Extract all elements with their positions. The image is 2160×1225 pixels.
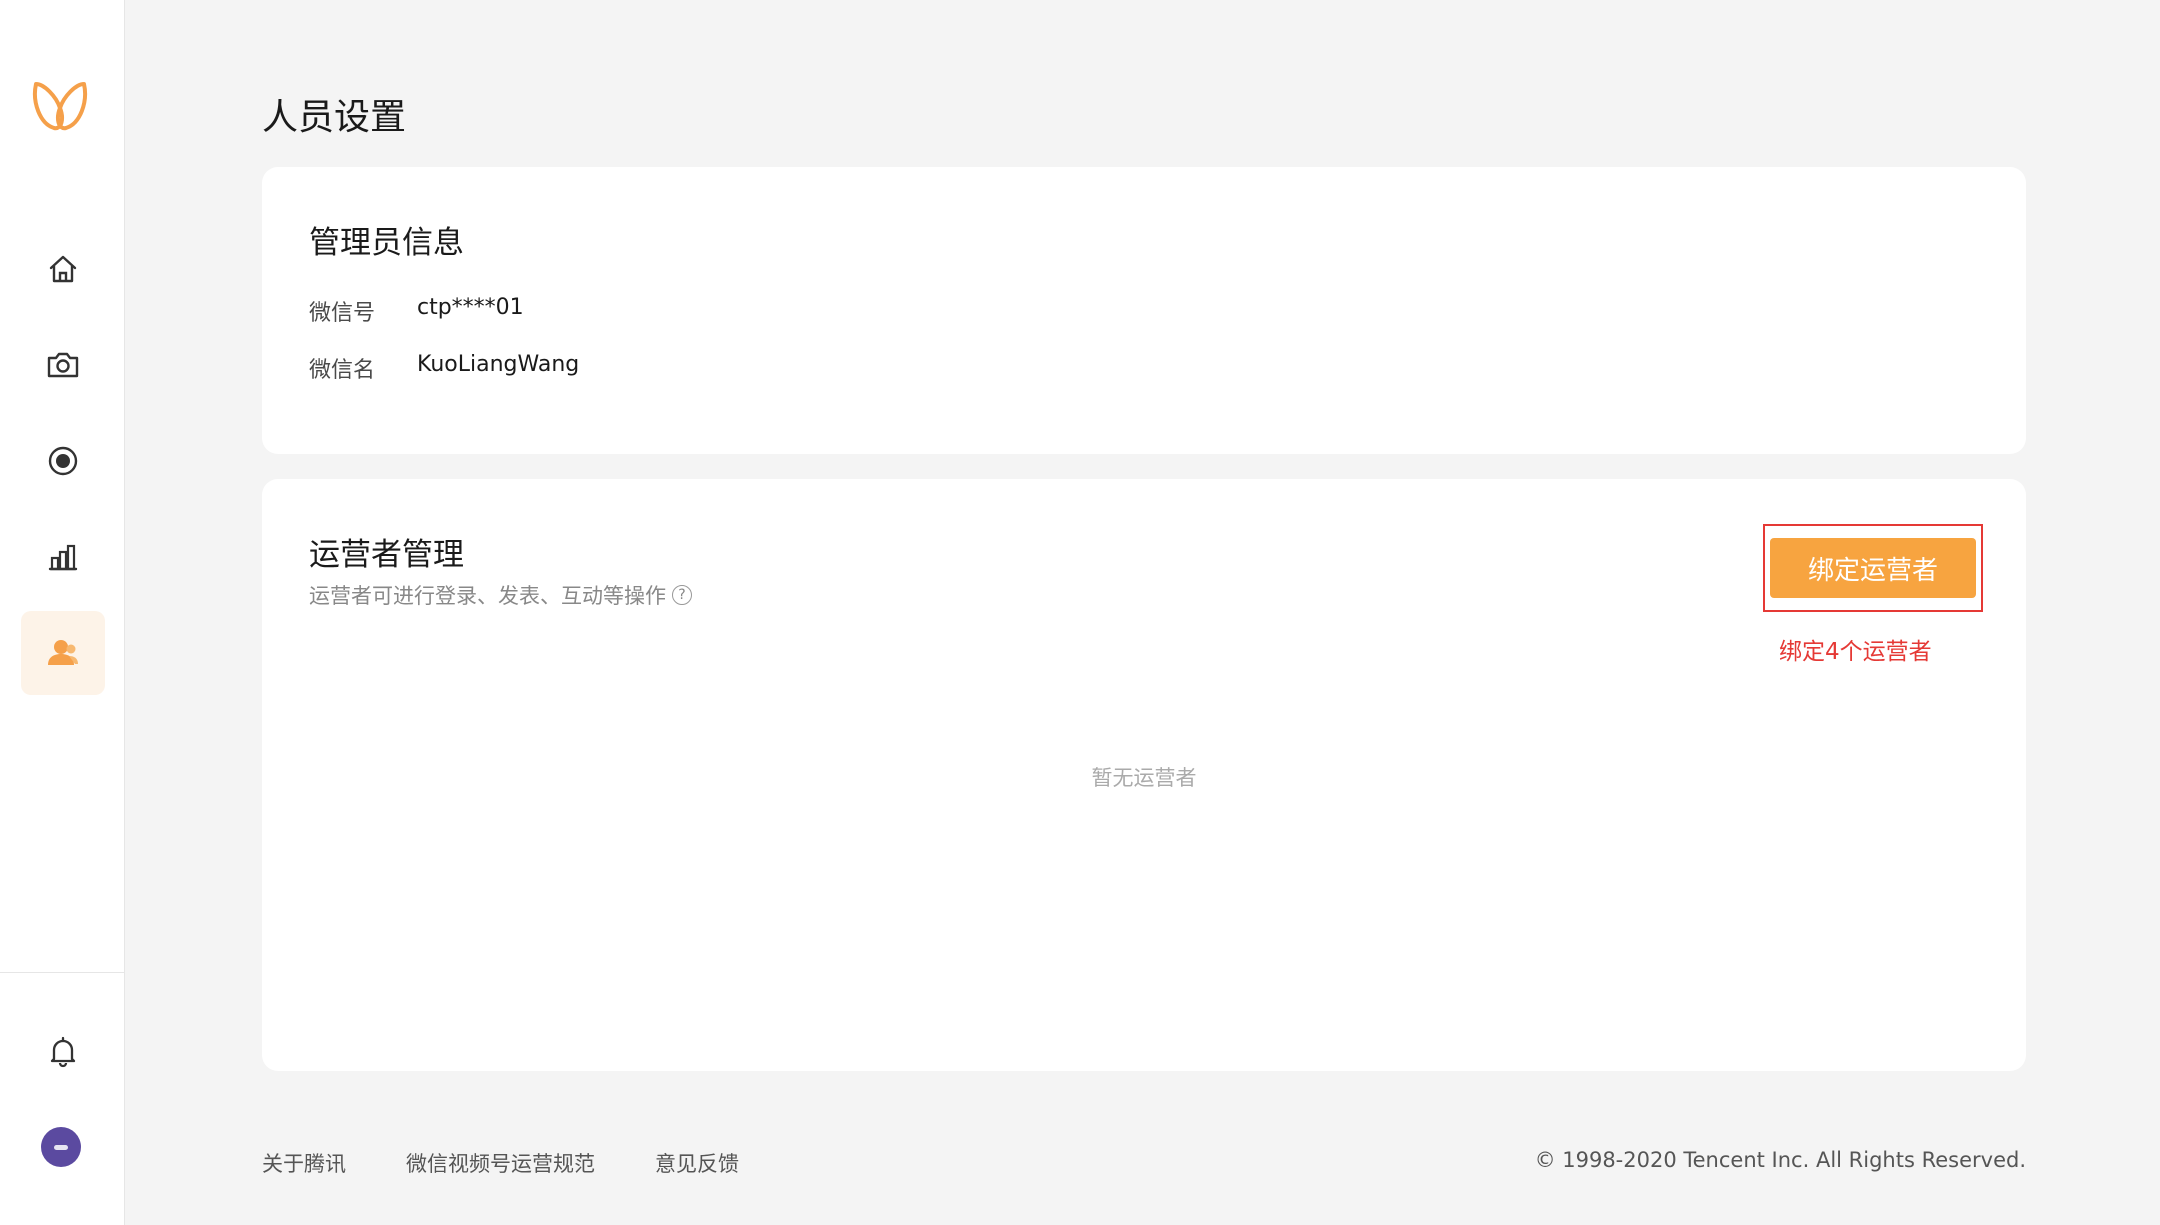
bell-icon	[50, 1036, 76, 1068]
empty-operators-text: 暂无运营者	[1091, 766, 1197, 790]
sidebar-item-data[interactable]	[21, 515, 105, 599]
live-record-icon	[48, 446, 78, 476]
wechat-id-value: ctp****01	[417, 295, 524, 320]
sidebar-divider	[0, 972, 125, 973]
bind-operator-note: 绑定4个运营者	[1779, 639, 1932, 665]
footer-link-rules[interactable]: 微信视频号运营规范	[406, 1148, 595, 1178]
wechat-name-label: 微信名	[309, 358, 376, 383]
operator-management-card: 运营者管理 运营者可进行登录、发表、互动等操作 ? 绑定运营者 绑定4个运营者 …	[262, 479, 2026, 1071]
operator-subtitle-text: 运营者可进行登录、发表、互动等操作	[309, 584, 666, 608]
question-circle-icon[interactable]: ?	[672, 585, 692, 605]
wechat-id-label: 微信号	[309, 301, 376, 326]
footer: 关于腾讯 微信视频号运营规范 意见反馈 © 1998-2020 Tencent …	[262, 1148, 2026, 1178]
sidebar-item-home[interactable]	[21, 227, 105, 311]
sidebar-item-live[interactable]	[21, 419, 105, 503]
page-title: 人员设置	[262, 97, 407, 138]
sidebar-item-people[interactable]	[21, 611, 105, 695]
admin-info-title: 管理员信息	[309, 225, 464, 261]
wings-logo-icon[interactable]	[30, 78, 90, 134]
bind-operator-button[interactable]: 绑定运营者	[1770, 538, 1976, 598]
wechat-name-value: KuoLiangWang	[417, 352, 580, 377]
sidebar-item-camera[interactable]	[21, 323, 105, 407]
wechat-name-row: 微信名 KuoLiangWang	[309, 352, 579, 384]
admin-info-card: 管理员信息 微信号 ctp****01 微信名 KuoLiangWang	[262, 167, 2026, 454]
home-icon	[49, 255, 77, 283]
wechat-id-row: 微信号 ctp****01	[309, 295, 524, 327]
bind-operator-highlight: 绑定运营者	[1763, 524, 1983, 612]
operator-management-title: 运营者管理	[309, 537, 464, 573]
bar-chart-icon	[48, 544, 78, 571]
user-icon	[48, 640, 78, 665]
footer-link-feedback[interactable]: 意见反馈	[655, 1148, 739, 1178]
avatar[interactable]	[41, 1127, 81, 1167]
footer-link-about[interactable]: 关于腾讯	[262, 1148, 346, 1178]
copyright-text: © 1998-2020 Tencent Inc. All Rights Rese…	[1534, 1148, 2026, 1172]
camera-icon	[47, 352, 79, 378]
sidebar	[0, 0, 125, 1225]
notification-bell-button[interactable]	[21, 1010, 105, 1094]
operator-management-subtitle: 运营者可进行登录、发表、互动等操作 ?	[309, 580, 692, 610]
